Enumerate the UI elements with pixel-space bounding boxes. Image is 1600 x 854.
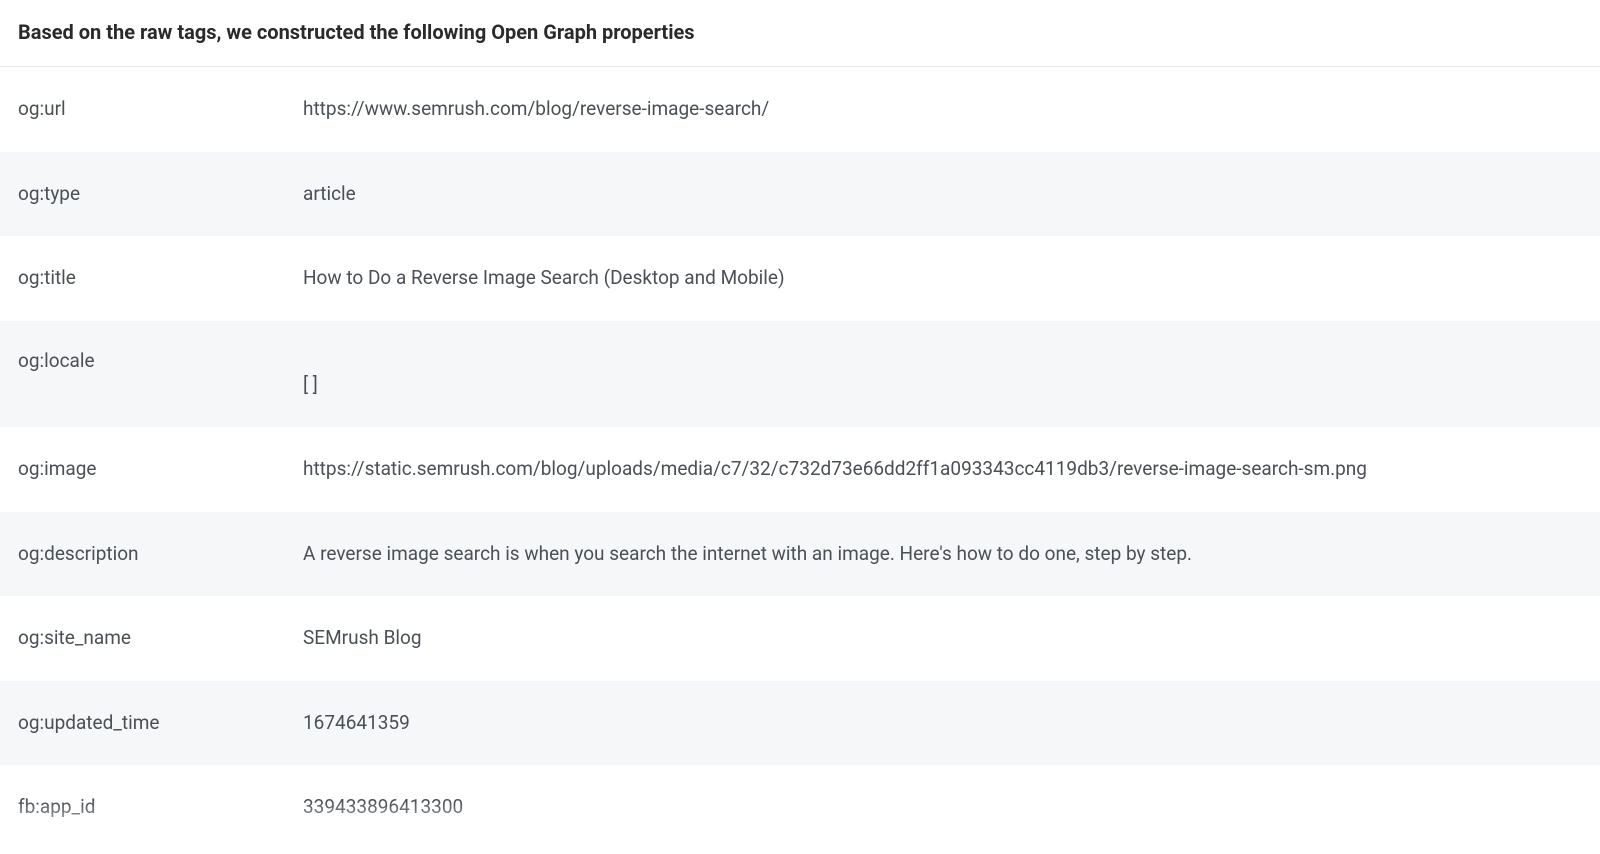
table-row: og:image https://static.semrush.com/blog…: [0, 427, 1600, 512]
property-key: og:url: [18, 95, 303, 120]
property-key: og:title: [18, 264, 303, 289]
property-value: https://www.semrush.com/blog/reverse-ima…: [303, 95, 1582, 124]
table-row: og:type article: [0, 152, 1600, 237]
property-key: fb:app_id: [18, 793, 303, 818]
table-row: fb:app_id 339433896413300: [0, 765, 1600, 850]
property-key: og:updated_time: [18, 709, 303, 734]
property-key: og:site_name: [18, 624, 303, 649]
table-row: og:title How to Do a Reverse Image Searc…: [0, 236, 1600, 321]
property-value: article: [303, 180, 1582, 209]
table-row: og:url https://www.semrush.com/blog/reve…: [0, 67, 1600, 152]
property-value: How to Do a Reverse Image Search (Deskto…: [303, 264, 1582, 293]
table-row: og:description A reverse image search is…: [0, 512, 1600, 597]
property-value: [ ]: [303, 349, 1582, 400]
property-value: A reverse image search is when you searc…: [303, 540, 1582, 569]
property-key: og:description: [18, 540, 303, 565]
og-properties-panel: Based on the raw tags, we constructed th…: [0, 0, 1600, 850]
panel-heading: Based on the raw tags, we constructed th…: [0, 20, 1600, 67]
property-value: https://static.semrush.com/blog/uploads/…: [303, 455, 1582, 484]
property-value: 339433896413300: [303, 793, 1582, 822]
table-row: og:site_name SEMrush Blog: [0, 596, 1600, 681]
table-row: og:locale [ ]: [0, 321, 1600, 428]
property-key: og:image: [18, 455, 303, 480]
property-value: 1674641359: [303, 709, 1582, 738]
table-row: og:updated_time 1674641359: [0, 681, 1600, 766]
property-key: og:type: [18, 180, 303, 205]
property-value: SEMrush Blog: [303, 624, 1582, 653]
property-key: og:locale: [18, 349, 303, 372]
